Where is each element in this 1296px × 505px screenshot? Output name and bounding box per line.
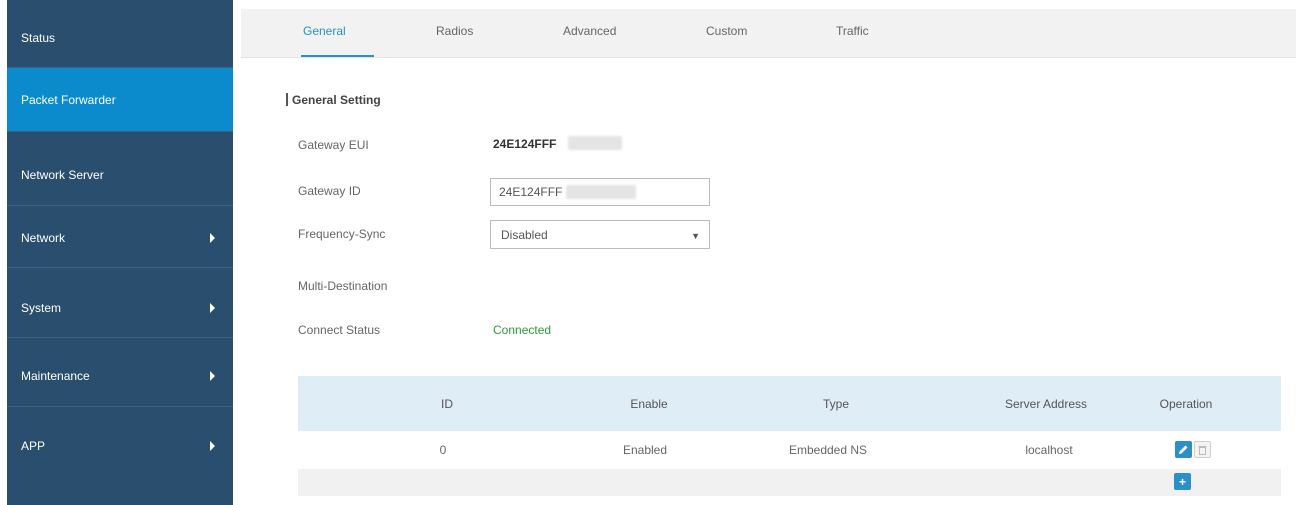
chevron-right-icon xyxy=(210,370,215,381)
active-tab-indicator xyxy=(301,55,374,57)
tab-custom[interactable]: Custom xyxy=(706,24,747,38)
column-header-id: ID xyxy=(441,397,453,411)
column-header-server-address: Server Address xyxy=(1004,397,1088,411)
sidebar-item-system[interactable]: System xyxy=(7,278,233,338)
sidebar-item-app[interactable]: APP xyxy=(7,416,233,476)
sidebar-item-label: Status xyxy=(21,30,56,45)
sidebar-item-packet-forwarder[interactable]: Packet Forwarder xyxy=(7,68,233,132)
sidebar-item-network[interactable]: Network xyxy=(7,208,233,268)
sidebar-item-label: System xyxy=(21,300,62,315)
table-row: 0 Enabled Embedded NS localhost xyxy=(298,431,1281,470)
column-header-enable: Enable xyxy=(630,397,668,411)
table-add-row: + xyxy=(298,469,1281,496)
gateway-id-label: Gateway ID xyxy=(298,184,361,198)
section-marker xyxy=(286,93,288,106)
tab-radios[interactable]: Radios xyxy=(436,24,473,38)
cell-server-address: localhost xyxy=(1025,443,1073,457)
cell-type: Embedded NS xyxy=(788,443,868,457)
multi-destination-label: Multi-Destination xyxy=(298,279,388,293)
cell-enable: Enabled xyxy=(622,443,668,457)
tab-traffic[interactable]: Traffic xyxy=(836,24,869,38)
column-header-operation: Operation xyxy=(1159,397,1213,411)
tab-bar: General Radios Advanced Custom Traffic xyxy=(241,9,1296,58)
frequency-sync-label: Frequency-Sync xyxy=(298,227,386,241)
multi-destination-table: ID Enable Type Server Address Operation … xyxy=(298,376,1281,496)
tab-advanced[interactable]: Advanced xyxy=(563,24,616,38)
chevron-right-icon xyxy=(210,232,215,243)
sidebar-item-label: Maintenance xyxy=(21,368,90,383)
add-icon[interactable]: + xyxy=(1174,473,1191,490)
edit-icon[interactable] xyxy=(1175,441,1192,458)
tab-general[interactable]: General xyxy=(303,24,346,38)
sidebar-item-maintenance[interactable]: Maintenance xyxy=(7,345,233,407)
cell-id: 0 xyxy=(439,443,447,457)
connect-status-label: Connect Status xyxy=(298,323,381,337)
delete-icon[interactable] xyxy=(1194,441,1211,458)
chevron-down-icon: ▼ xyxy=(691,231,700,241)
chevron-right-icon xyxy=(210,302,215,313)
section-title: General Setting xyxy=(286,93,381,107)
connect-status-value: Connected xyxy=(493,323,552,337)
frequency-sync-value: Disabled xyxy=(501,227,548,242)
sidebar-item-label: Packet Forwarder xyxy=(21,92,116,107)
gateway-eui-label: Gateway EUI xyxy=(298,138,369,152)
frequency-sync-select[interactable]: Disabled ▼ xyxy=(490,220,710,249)
redacted-mask xyxy=(568,136,622,150)
sidebar-item-label: Network Server xyxy=(21,167,104,182)
column-header-type: Type xyxy=(822,397,850,411)
sidebar-item-status[interactable]: Status xyxy=(7,8,233,68)
sidebar-item-network-server[interactable]: Network Server xyxy=(7,144,233,206)
sidebar-item-label: APP xyxy=(21,439,46,453)
sidebar: Status Packet Forwarder Network Server N… xyxy=(7,0,233,505)
gateway-eui-value: 24E124FFF xyxy=(493,137,557,151)
chevron-right-icon xyxy=(210,441,215,451)
redacted-mask xyxy=(566,185,636,199)
sidebar-item-label: Network xyxy=(21,230,66,245)
table-header: ID Enable Type Server Address Operation xyxy=(298,376,1281,431)
